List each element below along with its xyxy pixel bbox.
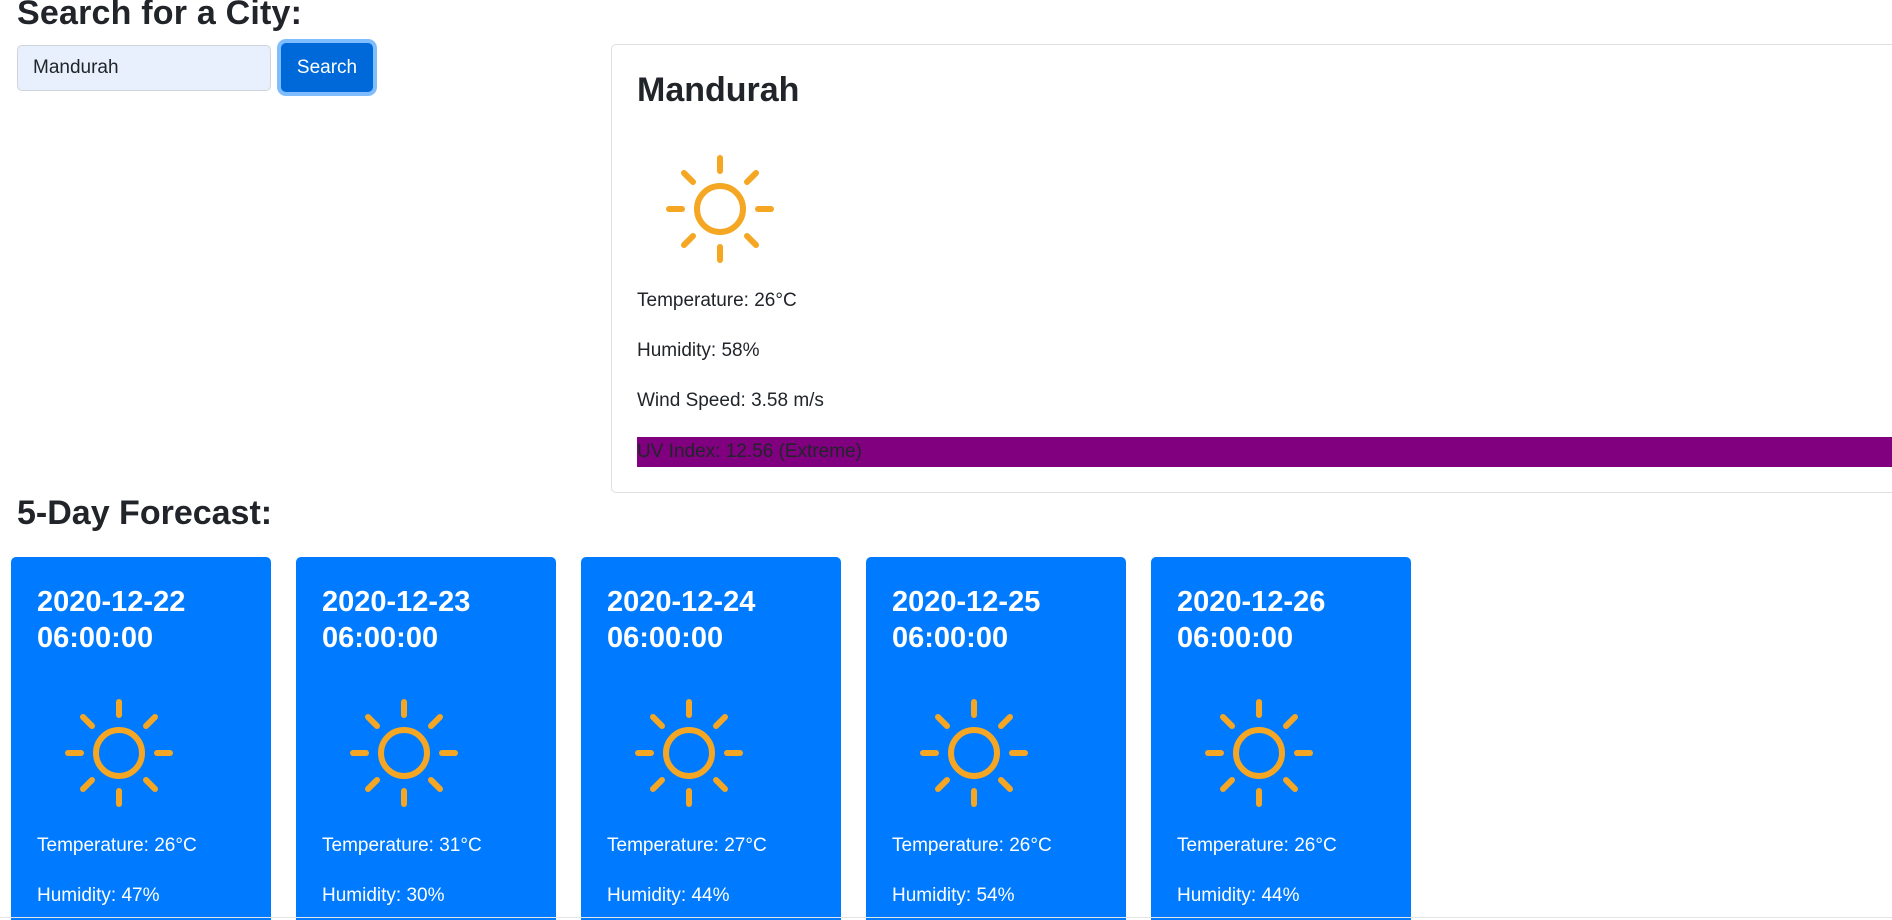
sun-icon	[635, 699, 743, 807]
current-humidity: Humidity: 58%	[637, 340, 760, 361]
forecast-date-day: 2020-12-25	[892, 586, 1041, 618]
forecast-date: 2020-12-25 06:00:00	[892, 584, 1112, 656]
forecast-humidity: Humidity: 44%	[1177, 885, 1300, 906]
forecast-humidity: Humidity: 44%	[607, 885, 730, 906]
forecast-date: 2020-12-23 06:00:00	[322, 584, 542, 656]
sun-icon	[65, 699, 173, 807]
forecast-card: 2020-12-25 06:00:00 Temperature: 26°C Hu…	[866, 557, 1126, 920]
forecast-card: 2020-12-23 06:00:00 Temperature: 31°C Hu…	[296, 557, 556, 920]
forecast-card: 2020-12-22 06:00:00 Temperature: 26°C Hu…	[11, 557, 271, 920]
current-temperature: Temperature: 26°C	[637, 290, 797, 311]
forecast-date-time: 06:00:00	[322, 622, 439, 654]
uv-index-badge: UV Index: 12.56 (Extreme)	[637, 437, 1892, 467]
search-heading: Search for a City:	[17, 0, 303, 32]
forecast-humidity: Humidity: 54%	[892, 885, 1015, 906]
search-button[interactable]: Search	[281, 43, 373, 92]
sun-icon	[1205, 699, 1313, 807]
forecast-date-time: 06:00:00	[892, 622, 1009, 654]
forecast-date-time: 06:00:00	[607, 622, 724, 654]
forecast-date: 2020-12-24 06:00:00	[607, 584, 827, 656]
forecast-card: 2020-12-26 06:00:00 Temperature: 26°C Hu…	[1151, 557, 1411, 920]
forecast-date-time: 06:00:00	[1177, 622, 1294, 654]
sun-icon	[350, 699, 458, 807]
forecast-date: 2020-12-26 06:00:00	[1177, 584, 1397, 656]
forecast-temperature: Temperature: 26°C	[37, 835, 197, 856]
current-wind-speed: Wind Speed: 3.58 m/s	[637, 390, 824, 411]
city-search-input[interactable]	[17, 45, 271, 91]
forecast-humidity: Humidity: 30%	[322, 885, 445, 906]
forecast-temperature: Temperature: 27°C	[607, 835, 767, 856]
forecast-card: 2020-12-24 06:00:00 Temperature: 27°C Hu…	[581, 557, 841, 920]
forecast-humidity: Humidity: 47%	[37, 885, 160, 906]
forecast-date: 2020-12-22 06:00:00	[37, 584, 257, 656]
forecast-heading: 5-Day Forecast:	[17, 494, 273, 532]
forecast-temperature: Temperature: 31°C	[322, 835, 482, 856]
forecast-date-day: 2020-12-22	[37, 586, 186, 618]
sun-icon	[920, 699, 1028, 807]
city-name: Mandurah	[637, 71, 800, 109]
forecast-temperature: Temperature: 26°C	[1177, 835, 1337, 856]
current-weather-card: Mandurah Temperature: 26°C Humidity: 58%…	[611, 44, 1892, 493]
forecast-date-time: 06:00:00	[37, 622, 154, 654]
forecast-date-day: 2020-12-23	[322, 586, 471, 618]
forecast-temperature: Temperature: 26°C	[892, 835, 1052, 856]
forecast-date-day: 2020-12-24	[607, 586, 756, 618]
sun-icon	[666, 155, 774, 263]
forecast-date-day: 2020-12-26	[1177, 586, 1326, 618]
page-bottom-divider	[0, 917, 1892, 918]
